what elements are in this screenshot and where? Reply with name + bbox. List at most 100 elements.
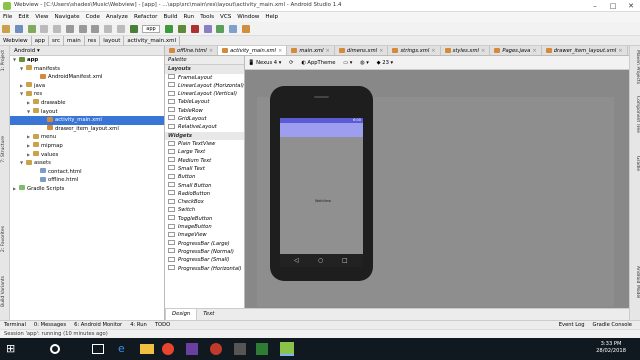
- open-folder-icon[interactable]: [2, 25, 10, 33]
- breadcrumb-item[interactable]: main: [64, 36, 85, 46]
- help-icon[interactable]: [241, 25, 250, 33]
- favorites-tool-button[interactable]: 2: Favorites: [1, 226, 9, 252]
- palette-item[interactable]: Button: [165, 173, 244, 181]
- tree-node[interactable]: ▶ menu: [10, 133, 164, 142]
- maven-projects-tool-button[interactable]: Maven Projects: [632, 50, 640, 84]
- project-tool-button[interactable]: 1: Project: [1, 50, 9, 71]
- structure-tool-button[interactable]: 7: Structure: [1, 136, 9, 163]
- minimize-icon[interactable]: –: [586, 0, 604, 12]
- palette-item[interactable]: CheckBox: [165, 198, 244, 206]
- breadcrumb-item[interactable]: app: [32, 36, 50, 46]
- tab-text[interactable]: Text: [197, 309, 220, 320]
- android-device-monitor-icon[interactable]: [229, 25, 238, 33]
- palette-item[interactable]: TableRow: [165, 107, 244, 115]
- chrome-icon[interactable]: [162, 343, 174, 355]
- maximize-icon[interactable]: □: [604, 0, 622, 12]
- tree-node[interactable]: ▶ drawable: [10, 99, 164, 108]
- cut-icon[interactable]: [65, 25, 74, 33]
- editor-tab[interactable]: drawer_item_layout.xml ×: [542, 46, 628, 55]
- palette-item[interactable]: ImageView: [165, 231, 244, 239]
- menu-file[interactable]: File: [0, 12, 15, 22]
- menu-build[interactable]: Build: [160, 12, 180, 22]
- tree-node[interactable]: activity_main.xml: [10, 116, 164, 125]
- menu-analyze[interactable]: Analyze: [103, 12, 131, 22]
- save-icon[interactable]: [14, 25, 23, 33]
- palette-item[interactable]: FrameLayout: [165, 74, 244, 82]
- component-tree-tool-button[interactable]: Component Tree: [632, 96, 640, 133]
- breadcrumb-item[interactable]: src: [49, 36, 65, 46]
- menu-run[interactable]: Run: [180, 12, 197, 22]
- breadcrumb-item[interactable]: res: [85, 36, 101, 46]
- palette-item[interactable]: ProgressBar (Normal): [165, 248, 244, 256]
- redo-icon[interactable]: [53, 25, 61, 33]
- close-tab-icon[interactable]: ×: [209, 48, 213, 54]
- tree-node[interactable]: ▼ assets: [10, 159, 164, 168]
- make-project-icon[interactable]: [129, 25, 138, 33]
- undo-icon[interactable]: [40, 25, 49, 33]
- run-config-select[interactable]: app: [142, 25, 160, 33]
- menu-navigate[interactable]: Navigate: [52, 12, 83, 22]
- api-select[interactable]: ◆ 23 ▾: [374, 56, 397, 70]
- close-tab-icon[interactable]: ×: [481, 48, 485, 54]
- palette-item[interactable]: Large Text: [165, 148, 244, 156]
- replace-icon[interactable]: [116, 25, 125, 33]
- run-icon[interactable]: [165, 25, 174, 33]
- tree-node[interactable]: ▶ Gradle Scripts: [10, 185, 164, 194]
- find-icon[interactable]: [104, 25, 112, 33]
- orientation-button[interactable]: ⟳: [286, 56, 296, 70]
- activity-select[interactable]: ▭ ▾: [340, 56, 355, 70]
- tree-node[interactable]: offline.html: [10, 176, 164, 185]
- palette-group-header[interactable]: Widgets: [165, 131, 244, 141]
- palette-item[interactable]: LinearLayout (Horizontal): [165, 82, 244, 90]
- search-icon[interactable]: [50, 344, 60, 354]
- preview-text[interactable]: WebView: [315, 199, 331, 203]
- palette-item[interactable]: GridLayout: [165, 115, 244, 123]
- paste-icon[interactable]: [91, 25, 100, 33]
- palette-item[interactable]: ProgressBar (Large): [165, 240, 244, 248]
- editor-tab[interactable]: offline.html ×: [165, 46, 219, 55]
- sdk-manager-icon[interactable]: [216, 25, 225, 33]
- visual-studio-icon[interactable]: [186, 343, 198, 355]
- menu-edit[interactable]: Edit: [15, 12, 32, 22]
- palette-item[interactable]: Switch: [165, 206, 244, 214]
- avd-manager-icon[interactable]: [203, 25, 212, 33]
- palette-item[interactable]: TableLayout: [165, 98, 244, 106]
- sync-icon[interactable]: [27, 25, 36, 33]
- build-variants-tool-button[interactable]: Build Variants: [1, 276, 9, 307]
- palette-item[interactable]: LinearLayout (Vertical): [165, 90, 244, 98]
- app-icon[interactable]: [234, 343, 246, 355]
- tree-node[interactable]: ▶ mipmap: [10, 142, 164, 151]
- android-model-tool-button[interactable]: Android Model: [632, 266, 640, 298]
- menu-window[interactable]: Window: [234, 12, 262, 22]
- file-explorer-icon[interactable]: [140, 344, 154, 354]
- gradle-tool-button[interactable]: Gradle: [632, 156, 640, 171]
- tree-node[interactable]: ▼ layout: [10, 108, 164, 117]
- editor-tab[interactable]: Pages.java ×: [490, 46, 542, 55]
- tree-node[interactable]: ▼ manifests: [10, 65, 164, 74]
- menu-vcs[interactable]: VCS: [217, 12, 234, 22]
- system-clock[interactable]: 3:33 PM 28/02/2018: [596, 341, 626, 355]
- palette-item[interactable]: Medium Text: [165, 157, 244, 165]
- task-view-icon[interactable]: [92, 344, 104, 354]
- tab-design[interactable]: Design: [165, 309, 198, 320]
- palette-item[interactable]: ToggleButton: [165, 215, 244, 223]
- breadcrumb-item[interactable]: activity_main.xml: [124, 36, 181, 46]
- menu-view[interactable]: View: [32, 12, 51, 22]
- locale-select[interactable]: ◍ ▾: [357, 56, 372, 70]
- close-icon[interactable]: ✕: [622, 0, 640, 12]
- theme-select[interactable]: ◐ AppTheme: [298, 56, 338, 70]
- close-tab-icon[interactable]: ×: [431, 48, 435, 54]
- copy-icon[interactable]: [78, 25, 87, 33]
- breadcrumb-item[interactable]: Webview: [0, 36, 32, 46]
- menu-code[interactable]: Code: [83, 12, 103, 22]
- close-tab-icon[interactable]: ×: [618, 48, 622, 54]
- palette-item[interactable]: RelativeLayout: [165, 123, 244, 131]
- palette-item[interactable]: ProgressBar (Small): [165, 256, 244, 264]
- windows-start-icon[interactable]: ⊞: [6, 342, 20, 356]
- tree-node[interactable]: ▼ res: [10, 90, 164, 99]
- editor-tab[interactable]: main.xml ×: [287, 46, 335, 55]
- palette-item[interactable]: RadioButton: [165, 190, 244, 198]
- palette-item[interactable]: ProgressBar (Horizontal): [165, 265, 244, 273]
- palette-item[interactable]: Plain TextView: [165, 140, 244, 148]
- editor-tab[interactable]: strings.xml ×: [388, 46, 441, 55]
